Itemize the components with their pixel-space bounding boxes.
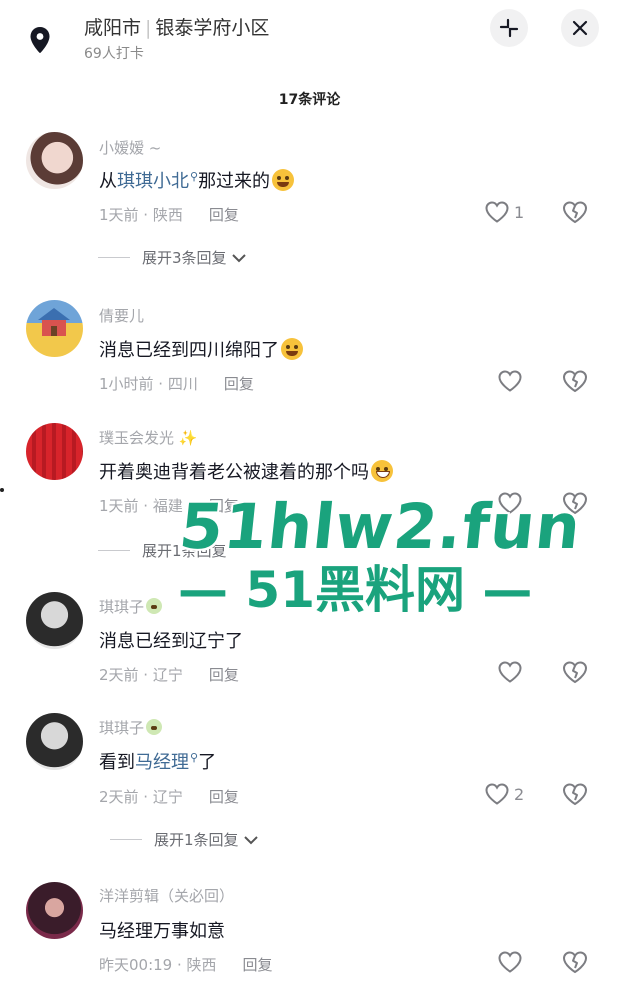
search-icon: ⚲	[190, 170, 199, 183]
cry-laugh-emoji-icon	[281, 338, 303, 360]
comment-author[interactable]: 小嫒嫒 ~	[99, 137, 161, 158]
collapse-icon	[499, 18, 519, 38]
like-button[interactable]	[497, 949, 523, 975]
heart-icon	[485, 201, 509, 223]
comment-meta: 2天前 · 辽宁 回复	[99, 664, 239, 685]
melon-emoji-icon	[146, 719, 163, 735]
comment-meta: 1天前 · 福建 回复	[99, 495, 239, 516]
comment-time-location: 2天前 · 辽宁	[99, 666, 183, 684]
comment-author[interactable]: 洋洋剪辑（关必回）	[99, 885, 234, 906]
comment-time-location: 1天前 · 福建	[99, 497, 183, 515]
reply-button[interactable]: 回复	[224, 375, 254, 393]
comment-text: 从琪琪小北⚲那过来的	[99, 167, 295, 193]
divider-line	[98, 550, 130, 551]
broken-heart-icon[interactable]	[561, 198, 589, 226]
heart-icon	[498, 492, 522, 514]
comment-text: 马经理万事如意	[99, 921, 225, 942]
comment-time-location: 1小时前 · 四川	[99, 375, 198, 393]
broken-heart-icon[interactable]	[561, 948, 589, 976]
reply-button[interactable]: 回复	[209, 206, 239, 224]
comment-text-part: 了	[198, 752, 217, 773]
comment-text-part: 消息已经到四川绵阳了	[99, 340, 279, 361]
reply-button[interactable]: 回复	[209, 788, 239, 806]
comment-author[interactable]: 璞玉会发光 ✨	[99, 427, 197, 448]
comment-time-location: 1天前 · 陕西	[99, 206, 183, 224]
watermark-site-name: — 51黑料网 —	[178, 561, 533, 619]
broken-heart-icon[interactable]	[561, 489, 589, 517]
mention-link[interactable]: 琪琪小北	[117, 171, 189, 192]
close-icon	[572, 20, 588, 36]
expand-replies-button[interactable]: 展开1条回复	[98, 540, 227, 561]
comment-text-part: 那过来的	[198, 171, 271, 192]
like-count: 1	[514, 202, 525, 222]
comment-author[interactable]: 琪琪子	[99, 717, 163, 738]
comment-text: 开着奥迪背着老公被逮着的那个吗	[99, 458, 393, 484]
place-name: 银泰学府小区	[155, 17, 270, 39]
heart-icon	[498, 370, 522, 392]
reply-button[interactable]: 回复	[209, 497, 239, 515]
comment-meta: 2天前 · 辽宁 回复	[99, 786, 239, 807]
comment-author[interactable]: 琪琪子	[99, 596, 163, 617]
title-separator: |	[145, 17, 152, 39]
comment-text: 看到马经理⚲了	[99, 748, 216, 774]
avatar[interactable]	[26, 882, 83, 939]
heart-icon	[498, 951, 522, 973]
like-button[interactable]: 1	[484, 199, 524, 225]
comment-text: 消息已经到四川绵阳了	[99, 336, 303, 362]
comment-time-location: 2天前 · 辽宁	[99, 788, 183, 806]
broken-heart-icon[interactable]	[561, 658, 589, 686]
like-button[interactable]: 2	[484, 781, 524, 807]
checkin-count: 69人打卡	[84, 46, 144, 62]
expand-label: 展开3条回复	[142, 249, 227, 267]
like-button[interactable]	[497, 490, 523, 516]
location-header: 咸阳市 | 银泰学府小区 69人打卡	[0, 0, 619, 70]
comment-text-part: 从	[99, 171, 117, 192]
divider-line	[98, 257, 130, 258]
melon-emoji-icon	[146, 598, 163, 614]
avatar[interactable]	[26, 423, 83, 480]
chevron-down-icon	[243, 835, 258, 844]
house-illustration	[38, 308, 70, 336]
city-name: 咸阳市	[84, 17, 142, 39]
like-button[interactable]	[497, 368, 523, 394]
author-name: 琪琪子	[99, 598, 145, 616]
expand-label: 展开1条回复	[142, 542, 227, 560]
heart-icon	[485, 783, 509, 805]
avatar[interactable]	[26, 713, 83, 770]
rofl-emoji-icon	[272, 169, 295, 191]
comment-meta: 1天前 · 陕西 回复	[99, 204, 239, 225]
expand-replies-button[interactable]: 展开1条回复	[110, 829, 259, 850]
like-count: 2	[514, 784, 525, 804]
stray-dot	[0, 488, 4, 492]
broken-heart-icon[interactable]	[561, 367, 589, 395]
location-title[interactable]: 咸阳市 | 银泰学府小区	[84, 13, 269, 40]
author-name: 琪琪子	[99, 719, 145, 737]
avatar[interactable]	[26, 132, 83, 189]
chevron-down-icon	[231, 253, 246, 262]
location-pin-icon	[30, 27, 50, 54]
comment-author[interactable]: 倩要儿	[99, 305, 144, 326]
expand-replies-button[interactable]: 展开3条回复	[98, 247, 247, 268]
mention-link[interactable]: 马经理	[135, 752, 189, 773]
collapse-button[interactable]	[490, 9, 528, 47]
comment-count: 17条评论	[278, 92, 341, 108]
comment-time-location: 昨天00:19 · 陕西	[99, 956, 217, 974]
comment-text-part: 开着奥迪背着老公被逮着的那个吗	[99, 462, 369, 483]
reply-button[interactable]: 回复	[243, 956, 273, 974]
reply-button[interactable]: 回复	[209, 666, 239, 684]
comment-meta: 1小时前 · 四川 回复	[99, 373, 254, 394]
heart-icon	[498, 661, 522, 683]
search-icon: ⚲	[190, 751, 199, 764]
divider-line	[110, 839, 142, 840]
like-button[interactable]	[497, 659, 523, 685]
comment-meta: 昨天00:19 · 陕西 回复	[99, 954, 273, 975]
grin-emoji-icon	[371, 460, 393, 482]
comment-text: 消息已经到辽宁了	[99, 631, 243, 652]
expand-label: 展开1条回复	[154, 831, 239, 849]
comment-text-part: 看到	[99, 752, 135, 773]
avatar[interactable]	[26, 300, 83, 357]
avatar[interactable]	[26, 592, 83, 649]
broken-heart-icon[interactable]	[561, 780, 589, 808]
close-button[interactable]	[561, 9, 599, 47]
